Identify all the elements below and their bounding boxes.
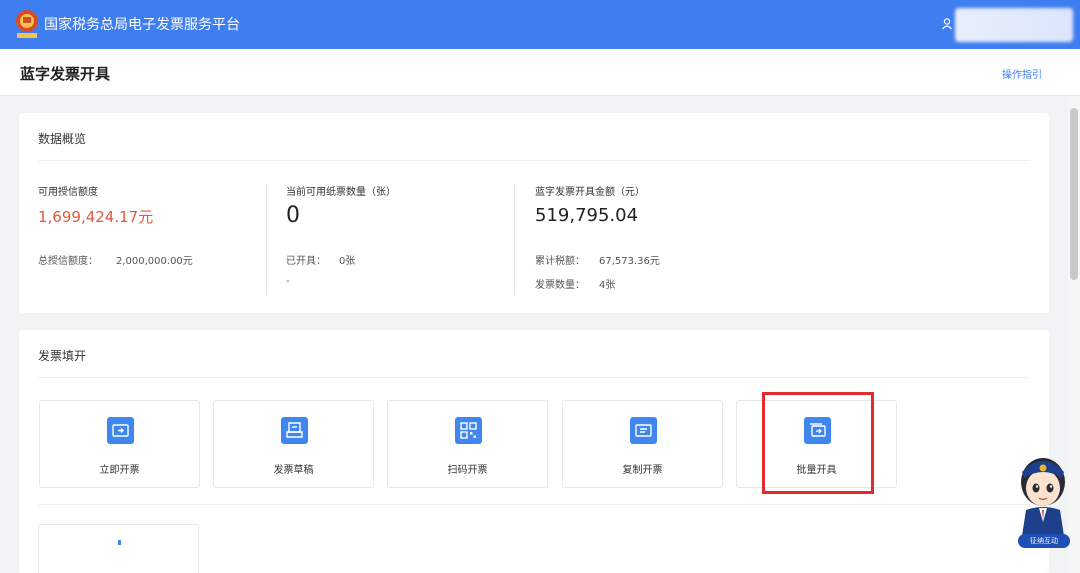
- assistant-badge[interactable]: 征纳互动: [1018, 534, 1070, 548]
- tax-bureau-emblem-icon[interactable]: [13, 8, 41, 40]
- page-title: 蓝字发票开具: [20, 65, 111, 83]
- tile-label: 扫码开票: [447, 465, 488, 476]
- qr-code-icon: [455, 417, 482, 444]
- highlight-annotation-box: [762, 392, 874, 494]
- tile-copy-issue[interactable]: 复制开票: [562, 400, 723, 488]
- tax-total-label: 累计税额：: [535, 256, 585, 267]
- partial-icon: [118, 540, 121, 545]
- divider: [38, 377, 1030, 378]
- paper-count-value: 0: [286, 203, 300, 228]
- placeholder-dash: -: [286, 276, 290, 287]
- tile-issue-now[interactable]: 立即开票: [39, 400, 200, 488]
- blue-invoice-amount-value: 519,795.04: [535, 205, 639, 226]
- credit-value: 1,699,424.17元: [38, 208, 154, 226]
- tile-partial[interactable]: [38, 524, 199, 573]
- draft-document-icon: [281, 417, 308, 444]
- data-overview-card: 数据概览 可用授信额度 1,699,424.17元 总授信额度： 2,000,0…: [19, 113, 1049, 313]
- total-credit-label: 总授信额度：: [38, 256, 98, 267]
- issued-value: 0张: [339, 256, 356, 267]
- scrollbar-thumb[interactable]: [1070, 108, 1078, 280]
- tile-invoice-draft[interactable]: 发票草稿: [213, 400, 374, 488]
- divider: [38, 160, 1030, 161]
- copy-ticket-icon: [630, 417, 657, 444]
- operation-guide-link[interactable]: 操作指引: [1002, 66, 1042, 81]
- invoice-count-value: 4张: [599, 280, 616, 291]
- card-title-fill: 发票填开: [38, 349, 87, 363]
- paper-count-label: 当前可用纸票数量（张）: [286, 187, 396, 198]
- tile-scan-issue[interactable]: 扫码开票: [387, 400, 548, 488]
- card-title-overview: 数据概览: [38, 132, 87, 146]
- app-title: 国家税务总局电子发票服务平台: [44, 17, 240, 33]
- divider: [38, 504, 1030, 505]
- column-divider: [514, 183, 515, 295]
- ticket-issue-icon: [107, 417, 134, 444]
- issued-label: 已开具：: [286, 256, 326, 267]
- blue-invoice-amount-label: 蓝字发票开具金额（元）: [535, 187, 645, 198]
- credit-label: 可用授信额度: [38, 187, 98, 198]
- tile-label: 发票草稿: [273, 465, 314, 476]
- tile-label: 立即开票: [99, 465, 140, 476]
- user-name-blurred[interactable]: [955, 8, 1073, 42]
- tile-label: 复制开票: [622, 465, 663, 476]
- invoice-count-label: 发票数量：: [535, 280, 585, 291]
- total-credit-value: 2,000,000.00元: [116, 256, 193, 267]
- page-header: 蓝字发票开具 操作指引: [0, 49, 1080, 96]
- tax-total-value: 67,573.36元: [599, 256, 660, 267]
- top-navigation-bar: 国家税务总局电子发票服务平台: [0, 0, 1080, 49]
- column-divider: [266, 183, 267, 295]
- user-icon[interactable]: [940, 17, 954, 31]
